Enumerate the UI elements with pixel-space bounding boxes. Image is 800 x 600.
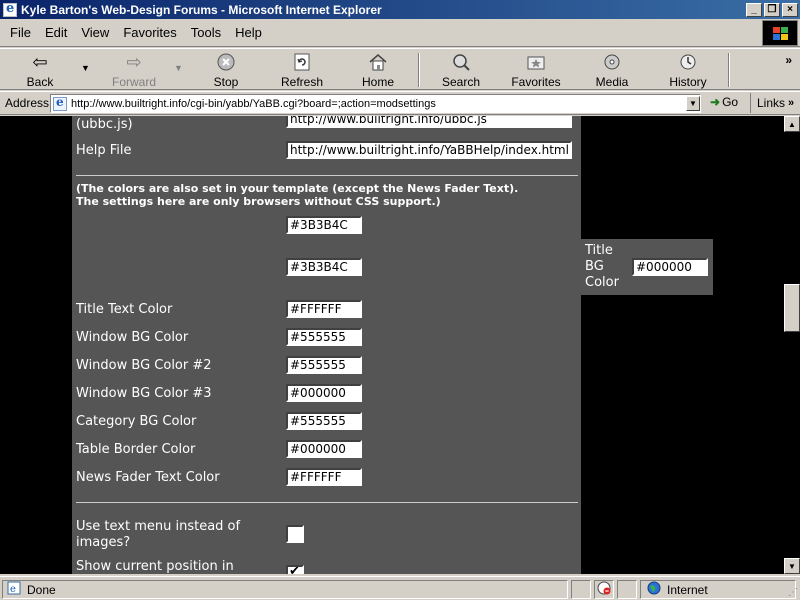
vertical-scrollbar[interactable]: ▲ ▼ [784, 116, 800, 574]
news-fader-color-label: News Fader Text Color [76, 470, 220, 485]
search-button[interactable]: Search [440, 51, 482, 89]
window-bg-color-3-input[interactable]: #000000 [286, 384, 362, 402]
ubbc-label: (ubbc.js) [76, 117, 133, 132]
stop-button[interactable]: Stop [206, 51, 246, 89]
menu-help[interactable]: Help [228, 25, 269, 40]
menu-view[interactable]: View [74, 25, 116, 40]
table-border-color-label: Table Border Color [76, 442, 196, 457]
text-menu-checkbox[interactable] [286, 525, 304, 543]
back-button[interactable]: ⇦ Back [22, 51, 58, 90]
search-icon [451, 51, 471, 73]
resize-grip-icon[interactable]: ⋰ [788, 587, 798, 598]
checkmark-icon: ✔ [289, 564, 300, 574]
ie-icon [3, 1, 17, 17]
title-bg-color-label: Title BG Color [585, 243, 619, 290]
media-button[interactable]: Media [594, 51, 630, 89]
section-divider [76, 502, 578, 503]
title-bg-color-box: Title BG Color #000000 [581, 239, 713, 295]
favorites-icon [526, 51, 546, 73]
window-bg-color-input[interactable]: #555555 [286, 328, 362, 346]
popup-blocked-icon [597, 581, 611, 598]
status-pane-1 [571, 580, 591, 599]
category-bg-color-input[interactable]: #555555 [286, 412, 362, 430]
favorites-button[interactable]: Favorites [510, 51, 562, 89]
address-bar: Address http://www.builtright.info/cgi-b… [0, 91, 800, 115]
scroll-up-icon[interactable]: ▲ [784, 116, 800, 132]
standard-toolbar: ⇦ Back ▼ ⇨ Forward ▼ Stop Refresh Home S… [0, 48, 800, 90]
stop-icon [217, 51, 235, 73]
window-bg-color-label: Window BG Color [76, 330, 189, 345]
forward-arrow-icon: ⇨ [126, 51, 142, 72]
close-button[interactable]: × [782, 2, 798, 17]
maximize-button[interactable]: ❐ [764, 2, 780, 17]
window-bg-color-2-input[interactable]: #555555 [286, 356, 362, 374]
menu-favorites[interactable]: Favorites [116, 25, 183, 40]
menu-edit[interactable]: Edit [38, 25, 74, 40]
status-pane-main: e Done [2, 580, 568, 599]
help-file-label: Help File [76, 143, 132, 158]
settings-panel: (ubbc.js) http://www.builtright.info/ubb… [72, 116, 581, 574]
page-viewport: (ubbc.js) http://www.builtright.info/ubb… [0, 116, 784, 574]
address-url[interactable]: http://www.builtright.info/cgi-bin/yabb/… [71, 98, 686, 110]
windows-logo-icon [762, 20, 798, 46]
refresh-icon [294, 51, 310, 73]
history-icon [678, 51, 698, 73]
status-pane-3 [617, 580, 637, 599]
refresh-button[interactable]: Refresh [280, 51, 324, 89]
status-pane-2 [594, 580, 614, 599]
history-button[interactable]: History [668, 51, 708, 89]
links-button[interactable]: Links » [750, 93, 794, 113]
section-divider [76, 175, 578, 176]
address-input[interactable]: http://www.builtright.info/cgi-bin/yabb/… [50, 94, 701, 113]
color-input-2[interactable]: #3B3B4C [286, 258, 362, 276]
show-position-label: Show current position in [76, 559, 234, 574]
status-text: Done [27, 582, 56, 597]
status-bar: e Done Internet ⋰ [0, 576, 800, 600]
show-position-checkbox[interactable]: ✔ [286, 564, 304, 574]
window-title-bar[interactable]: Kyle Barton's Web-Design Forums - Micros… [0, 0, 800, 19]
window-bg-color-2-label: Window BG Color #2 [76, 358, 212, 373]
svg-text:e: e [10, 584, 16, 595]
toolbar-more-chevron-icon[interactable]: » [785, 53, 792, 67]
window-bg-color-3-label: Window BG Color #3 [76, 386, 212, 401]
window-title: Kyle Barton's Web-Design Forums - Micros… [21, 2, 382, 17]
menu-bar: File Edit View Favorites Tools Help [0, 19, 800, 47]
title-text-color-input[interactable]: #FFFFFF [286, 300, 362, 318]
links-more-chevron-icon: » [788, 97, 795, 109]
internet-globe-icon [647, 581, 661, 598]
colors-note: (The colors are also set in your templat… [76, 182, 519, 208]
forward-button[interactable]: ⇨ Forward [110, 51, 158, 90]
back-dropdown-icon[interactable]: ▼ [81, 63, 90, 73]
table-border-color-input[interactable]: #000000 [286, 440, 362, 458]
category-bg-color-label: Category BG Color [76, 414, 197, 429]
status-zone-pane: Internet [640, 580, 796, 599]
news-fader-color-input[interactable]: #FFFFFF [286, 468, 362, 486]
scrollbar-thumb[interactable] [784, 284, 800, 332]
back-arrow-icon: ⇦ [32, 51, 48, 72]
toolbar-separator [728, 53, 730, 87]
home-button[interactable]: Home [360, 51, 396, 89]
media-icon [602, 51, 622, 73]
status-page-icon: e [7, 581, 21, 598]
go-arrow-icon: ➜ [710, 95, 721, 109]
ubbc-url-input[interactable]: http://www.builtright.info/ubbc.js [286, 116, 572, 128]
home-icon [368, 51, 388, 73]
zone-text: Internet [667, 582, 708, 597]
page-icon [53, 95, 67, 111]
color-input-1[interactable]: #3B3B4C [286, 216, 362, 234]
go-button[interactable]: ➜ Go [710, 95, 738, 109]
menu-file[interactable]: File [0, 25, 38, 40]
text-menu-label: Use text menu instead of images? [76, 519, 241, 550]
minimize-button[interactable]: _ [746, 2, 762, 17]
address-dropdown-icon[interactable]: ▼ [686, 96, 700, 111]
forward-dropdown-icon[interactable]: ▼ [174, 63, 183, 73]
address-label: Address [5, 96, 50, 110]
toolbar-separator [418, 53, 420, 87]
menu-tools[interactable]: Tools [184, 25, 228, 40]
title-text-color-label: Title Text Color [76, 302, 173, 317]
scroll-down-icon[interactable]: ▼ [784, 558, 800, 574]
help-file-input[interactable]: http://www.builtright.info/YaBBHelp/inde… [286, 141, 572, 159]
title-bg-color-input[interactable]: #000000 [632, 258, 708, 276]
